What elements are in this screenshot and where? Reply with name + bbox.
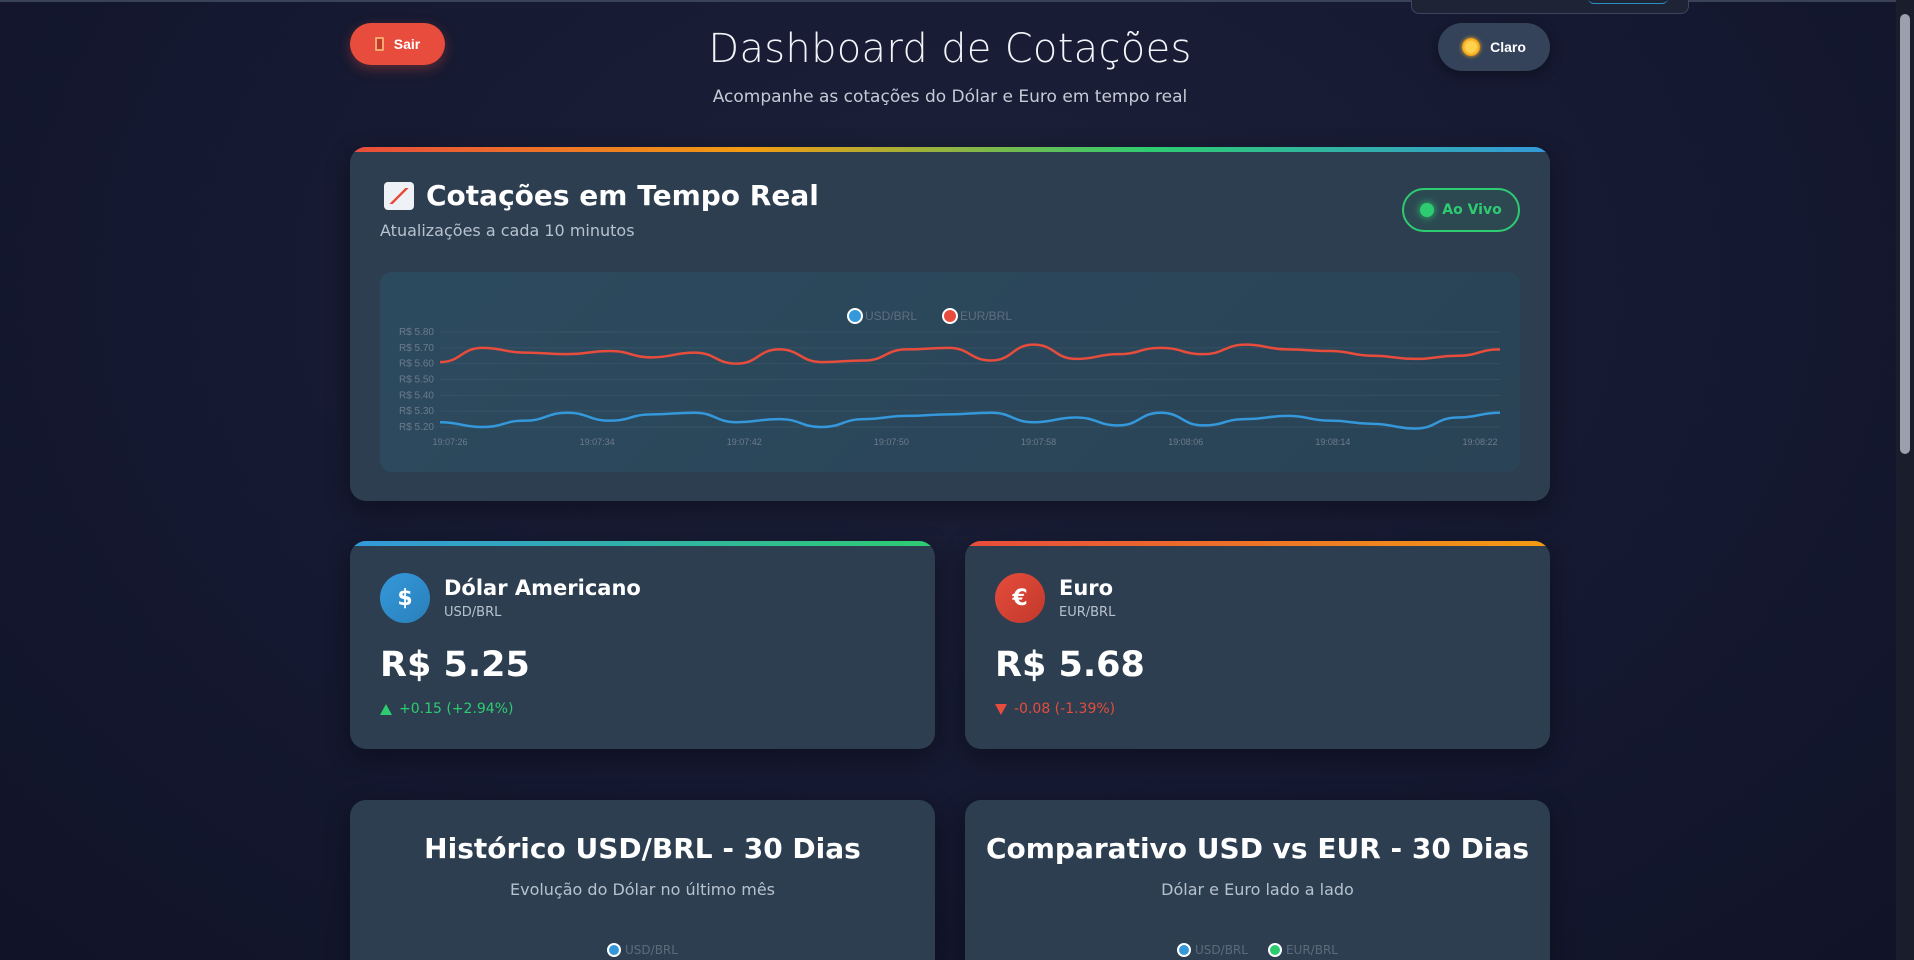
popup-control[interactable] <box>1588 0 1668 4</box>
realtime-title-text: Cotações em Tempo Real <box>426 179 819 212</box>
realtime-card: Cotações em Tempo Real Atualizações a ca… <box>350 147 1550 501</box>
legend-item[interactable]: EUR/BRL <box>942 308 1012 324</box>
y-tick-label: R$ 5.80 <box>399 327 434 338</box>
y-tick-label: R$ 5.60 <box>399 359 434 370</box>
legend-label: EUR/BRL <box>960 309 1012 323</box>
history-legend: USD/BRL <box>350 943 935 957</box>
legend-item-eur[interactable]: EUR/BRL <box>1267 943 1338 957</box>
comparison-subtitle: Dólar e Euro lado a lado <box>1161 880 1354 899</box>
y-tick-label: R$ 5.50 <box>399 375 434 386</box>
sun-icon <box>1462 38 1481 56</box>
x-tick-label: 19:07:58 <box>1021 437 1056 447</box>
dollar-icon: $ <box>380 573 430 623</box>
theme-toggle-button[interactable]: Claro <box>1438 23 1550 71</box>
card-accent-bar <box>965 541 1550 546</box>
card-accent-bar <box>350 541 935 546</box>
legend-label: USD/BRL <box>625 943 678 957</box>
currency-value: R$ 5.68 <box>995 645 1145 685</box>
legend-label: EUR/BRL <box>1285 943 1338 957</box>
currency-change: -0.08 (-1.39%) <box>995 701 1115 717</box>
currency-value: R$ 5.25 <box>380 645 530 685</box>
comparison-card: Comparativo USD vs EUR - 30 Dias Dólar e… <box>965 800 1550 960</box>
card-accent-bar <box>350 147 1550 152</box>
chart-increasing-icon <box>384 181 414 210</box>
y-tick-label: R$ 5.70 <box>399 343 434 354</box>
legend-dot-icon <box>607 943 622 957</box>
live-label: Ao Vivo <box>1442 202 1502 218</box>
legend-item-usd[interactable]: USD/BRL <box>607 943 678 957</box>
arrow-up-icon <box>380 703 392 715</box>
x-tick-label: 19:08:14 <box>1315 437 1350 447</box>
currency-name: Euro <box>1059 576 1114 600</box>
vertical-scrollbar[interactable] <box>1896 0 1914 960</box>
legend-label: USD/BRL <box>865 309 917 323</box>
history-title: Histórico USD/BRL - 30 Dias <box>424 832 861 865</box>
live-dot-icon <box>1420 203 1435 217</box>
history-card: Histórico USD/BRL - 30 Dias Evolução do … <box>350 800 935 960</box>
series-line-usd-brl <box>439 411 1501 430</box>
legend-label: USD/BRL <box>1195 943 1248 957</box>
realtime-subtitle: Atualizações a cada 10 minutos <box>380 221 635 240</box>
x-tick-label: 19:08:06 <box>1168 437 1203 447</box>
theme-label: Claro <box>1490 39 1526 55</box>
page-title: Dashboard de Cotações <box>708 26 1192 72</box>
change-text: -0.08 (-1.39%) <box>1014 701 1116 717</box>
usd-card: $ Dólar Americano USD/BRL R$ 5.25 +0.15 … <box>350 541 935 749</box>
x-tick-label: 19:07:42 <box>727 437 762 447</box>
arrow-down-icon <box>995 703 1007 715</box>
legend-dot-icon <box>1267 943 1282 957</box>
realtime-line-chart: R$ 5.80 R$ 5.70 R$ 5.60 R$ 5.50 R$ 5.40 R$ 5.… <box>399 308 1501 447</box>
eur-card: € Euro EUR/BRL R$ 5.68 -0.08 (-1.39%) <box>965 541 1550 749</box>
x-tick-label: 19:08:22 <box>1462 437 1497 447</box>
legend-item[interactable]: USD/BRL <box>847 308 917 324</box>
comparison-legend: USD/BRL EUR/BRL <box>965 943 1550 957</box>
euro-icon: € <box>995 573 1045 623</box>
y-tick-label: R$ 5.40 <box>399 390 434 401</box>
legend-dot-icon <box>1177 943 1192 957</box>
top-popup-edge <box>1411 0 1689 14</box>
x-tick-label: 19:07:50 <box>874 437 909 447</box>
currency-name: Dólar Americano <box>444 576 641 600</box>
change-text: +0.15 (+2.94%) <box>399 701 514 717</box>
currency-pair: USD/BRL <box>444 605 502 620</box>
currency-pair: EUR/BRL <box>1059 605 1116 620</box>
legend-dot-icon <box>942 308 958 324</box>
legend-dot-icon <box>847 308 863 324</box>
legend-item-usd[interactable]: USD/BRL <box>1177 943 1248 957</box>
y-tick-label: R$ 5.20 <box>399 422 434 433</box>
comparison-title: Comparativo USD vs EUR - 30 Dias <box>985 832 1530 865</box>
realtime-title: Cotações em Tempo Real <box>384 179 819 212</box>
x-tick-label: 19:07:34 <box>580 437 615 447</box>
x-tick-label: 19:07:26 <box>432 437 467 447</box>
scrollbar-thumb[interactable] <box>1900 14 1910 454</box>
history-subtitle: Evolução do Dólar no último mês <box>509 880 776 899</box>
realtime-chart-container: R$ 5.80 R$ 5.70 R$ 5.60 R$ 5.50 R$ 5.40 R$ 5.… <box>380 272 1520 472</box>
currency-change: +0.15 (+2.94%) <box>380 701 513 717</box>
page-subtitle: Acompanhe as cotações do Dólar e Euro em… <box>712 87 1188 107</box>
live-badge: Ao Vivo <box>1402 188 1520 232</box>
y-tick-label: R$ 5.30 <box>399 406 434 417</box>
